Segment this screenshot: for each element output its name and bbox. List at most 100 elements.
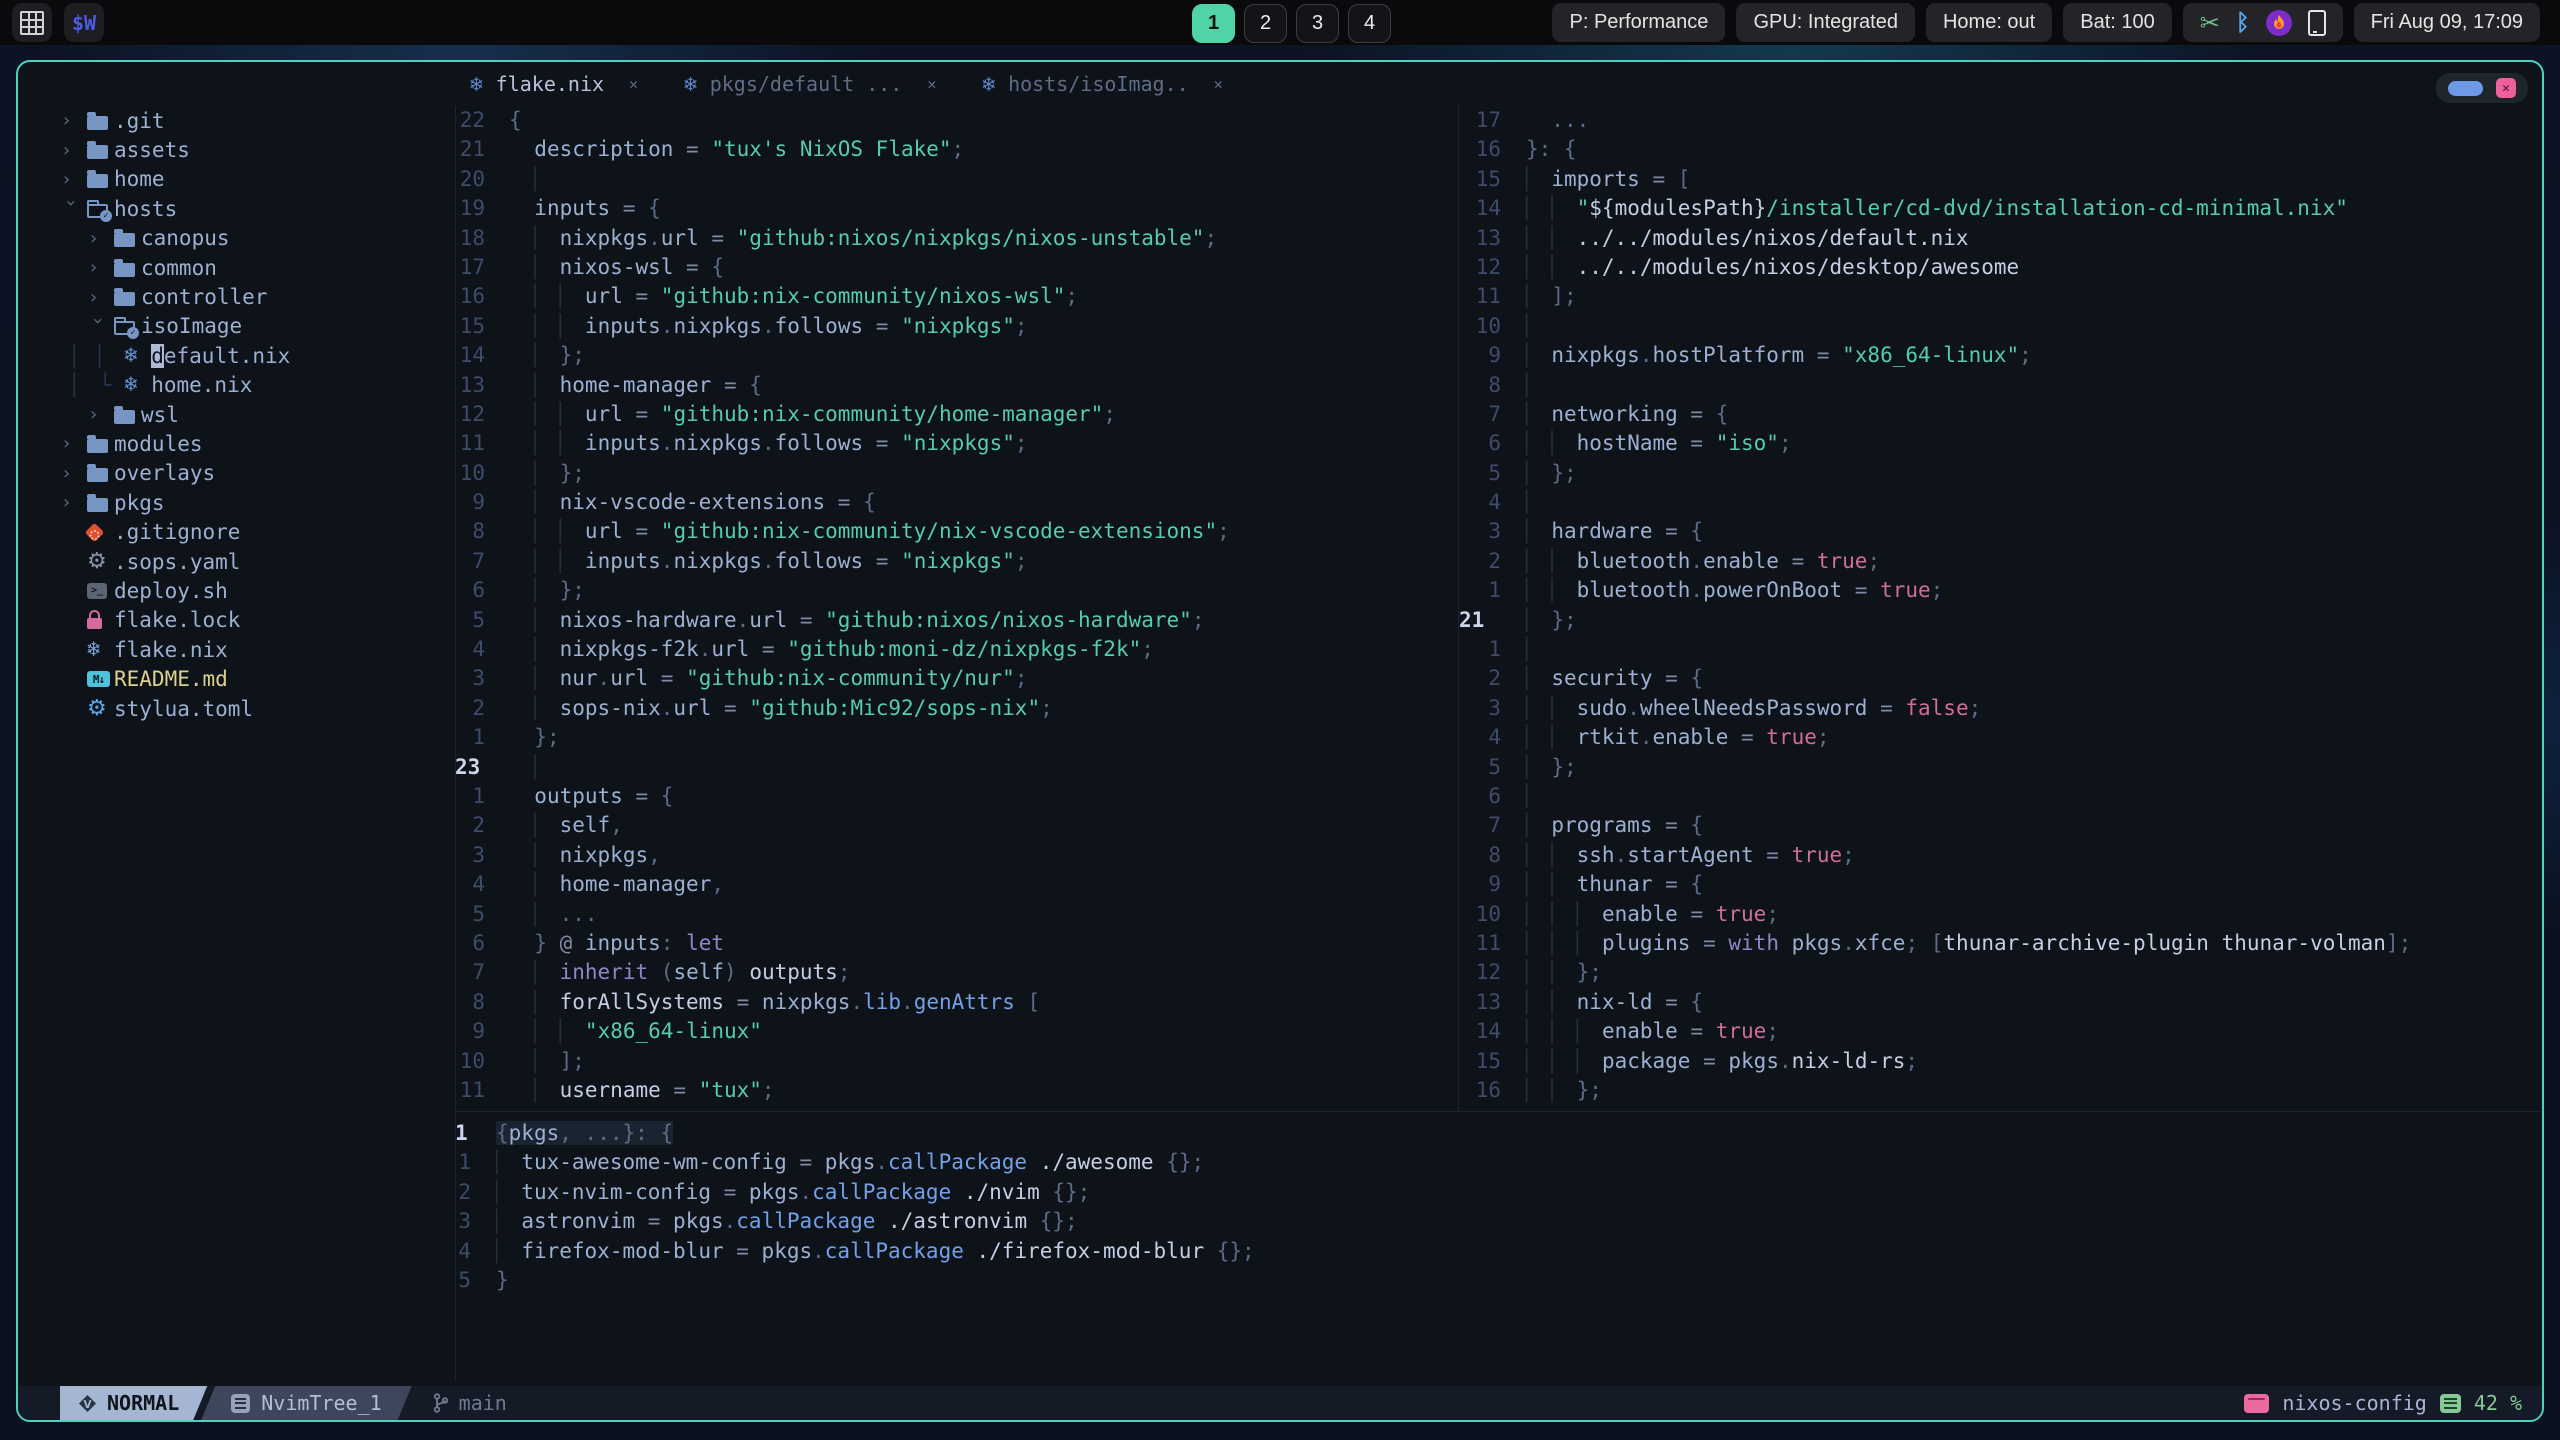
tab-close-icon[interactable]: ✕ [629,75,638,93]
tree-item-pkgs[interactable]: › pkgs [61,488,454,517]
code-line[interactable]: 21 description = "tux's NixOS Flake"; [455,135,1457,164]
code-line[interactable]: 6 ▏ }; [455,576,1457,605]
chevron-right-icon[interactable]: › [61,140,87,161]
code-line[interactable]: 1 {pkgs, ...}: { [455,1119,2542,1148]
code-line[interactable]: 10 ▏ ▏ ▏ enable = true; [1459,900,2542,929]
chevron-right-icon[interactable]: › [61,169,87,190]
tree-item-assets[interactable]: › assets [61,135,454,164]
tree-item-home.nix[interactable]: ▏ └ ❄ home.nix [61,371,454,400]
code-line[interactable]: 13 ▏ ▏ ../../modules/nixos/default.nix [1459,224,2542,253]
tree-item-wsl[interactable]: › wsl [61,400,454,429]
code-line[interactable]: 18 ▏ nixpkgs.url = "github:nixos/nixpkgs… [455,224,1457,253]
code-line[interactable]: 4 ▏ ▏ rtkit.enable = true; [1459,723,2542,752]
code-line[interactable]: 5 ▏ nixos-hardware.url = "github:nixos/n… [455,606,1457,635]
tree-item-common[interactable]: › common [61,253,454,282]
code-line[interactable]: 3 ▏ nixpkgs, [455,841,1457,870]
code-line[interactable]: 23 ▏ [455,753,1457,782]
chevron-right-icon[interactable]: › [88,287,114,308]
tab-pkgs-default-...[interactable]: ❄ pkgs/default ... ✕ [684,72,936,96]
tab-flake.nix[interactable]: ❄ flake.nix ✕ [470,72,638,96]
tree-item-README.md[interactable]: M↓ README.md [61,664,454,693]
split-divider-horizontal[interactable] [455,1111,2542,1112]
code-line[interactable]: 3 ▏ ▏ sudo.wheelNeedsPassword = false; [1459,694,2542,723]
code-line[interactable]: 10 ▏ ]; [455,1047,1457,1076]
tree-item-flake.nix[interactable]: ❄ flake.nix [61,635,454,664]
code-line[interactable]: 10 ▏ [1459,312,2542,341]
chevron-right-icon[interactable]: › [88,228,114,249]
code-line[interactable]: 8 ▏ [1459,371,2542,400]
code-line[interactable]: 2 ▏ self, [455,811,1457,840]
app-launcher-button[interactable] [12,3,52,42]
code-line[interactable]: 9 ▏ nixpkgs.hostPlatform = "x86_64-linux"… [1459,341,2542,370]
code-line[interactable]: 2 ▏ tux-nvim-config = pkgs.callPackage ./… [455,1178,2542,1207]
window-toggle-button[interactable] [2448,80,2483,96]
code-line[interactable]: 14 ▏ ▏ ▏ enable = true; [1459,1017,2542,1046]
code-line[interactable]: 20 ▏ [455,165,1457,194]
code-line[interactable]: 1 ▏ ▏ bluetooth.powerOnBoot = true; [1459,576,2542,605]
code-line[interactable]: 2 ▏ ▏ bluetooth.enable = true; [1459,547,2542,576]
code-line[interactable]: 1 }; [455,723,1457,752]
code-line[interactable]: 9 ▏ nix-vscode-extensions = { [455,488,1457,517]
code-line[interactable]: 6 } @ inputs: let [455,929,1457,958]
phone-icon[interactable] [2307,9,2326,36]
chevron-right-icon[interactable]: › [61,492,87,513]
tree-item-default.nix[interactable]: ▏ ▏ ❄ default.nix [61,341,454,370]
code-line[interactable]: 7 ▏ programs = { [1459,811,2542,840]
code-line[interactable]: 14 ▏ }; [455,341,1457,370]
tree-item-.git[interactable]: › .git [61,106,454,135]
chevron-right-icon[interactable]: › [88,257,114,278]
terminal-app-button[interactable]: $W [64,3,104,42]
code-line[interactable]: 3 ▏ astronvim = pkgs.callPackage ./astron… [455,1207,2542,1236]
code-line[interactable]: 11 ▏ username = "tux"; [455,1076,1457,1105]
code-line[interactable]: 4 ▏ firefox-mod-blur = pkgs.callPackage .… [455,1237,2542,1266]
code-line[interactable]: 11 ▏ ▏ ▏ plugins = with pkgs.xfce; [thuna… [1459,929,2542,958]
bluetooth-icon[interactable]: ᛒ [2236,10,2250,36]
code-line[interactable]: 15 ▏ imports = [ [1459,165,2542,194]
code-line[interactable]: 5} [455,1266,2542,1295]
code-line[interactable]: 4 ▏ [1459,488,2542,517]
code-line[interactable]: 14 ▏ ▏ "${modulesPath}/installer/cd-dvd/i… [1459,194,2542,223]
code-line[interactable]: 16}: { [1459,135,2542,164]
code-line[interactable]: 11 ▏ ]; [1459,282,2542,311]
tree-item-deploy.sh[interactable]: >_ deploy.sh [61,576,454,605]
code-line[interactable]: 16 ▏ ▏ }; [1459,1076,2542,1105]
chevron-right-icon[interactable]: › [61,463,87,484]
code-line[interactable]: 13 ▏ ▏ nix-ld = { [1459,988,2542,1017]
workspace-button-1[interactable]: 1 [1192,4,1235,43]
code-line[interactable]: 7 ▏ inherit (self) outputs; [455,958,1457,987]
code-line[interactable]: 10 ▏ }; [455,459,1457,488]
tree-item-isoImage[interactable]: › ✓ isoImage [61,312,454,341]
code-line[interactable]: 2 ▏ sops-nix.url = "github:Mic92/sops-ni… [455,694,1457,723]
code-line[interactable]: 17 ▏ nixos-wsl = { [455,253,1457,282]
chevron-down-icon[interactable]: › [88,315,109,341]
code-line[interactable]: 17 ... [1459,106,2542,135]
tree-item-canopus[interactable]: › canopus [61,224,454,253]
code-line[interactable]: 1 ▏ [1459,635,2542,664]
tab-close-icon[interactable]: ✕ [1214,75,1223,93]
tree-item-stylua.toml[interactable]: ⚙ stylua.toml [61,694,454,723]
code-line[interactable]: 3 ▏ hardware = { [1459,517,2542,546]
chevron-right-icon[interactable]: › [88,404,114,425]
tree-item-home[interactable]: › home [61,165,454,194]
chevron-right-icon[interactable]: › [61,433,87,454]
tab-close-icon[interactable]: ✕ [927,75,936,93]
code-line[interactable]: 15 ▏ ▏ inputs.nixpkgs.follows = "nixpkgs… [455,312,1457,341]
chevron-right-icon[interactable]: › [61,110,87,131]
code-line[interactable]: 11 ▏ ▏ inputs.nixpkgs.follows = "nixpkgs… [455,429,1457,458]
code-line[interactable]: 7 ▏ networking = { [1459,400,2542,429]
flame-icon[interactable] [2265,9,2292,36]
tree-item-modules[interactable]: › modules [61,429,454,458]
tree-item-.sops.yaml[interactable]: ⚙ .sops.yaml [61,547,454,576]
code-line[interactable]: 19 inputs = { [455,194,1457,223]
workspace-button-2[interactable]: 2 [1244,4,1287,43]
code-line[interactable]: 5 ▏ }; [1459,459,2542,488]
code-line[interactable]: 2 ▏ security = { [1459,664,2542,693]
code-line[interactable]: 1 outputs = { [455,782,1457,811]
code-line[interactable]: 22 { [455,106,1457,135]
tree-item-.gitignore[interactable]: .gitignore [61,517,454,546]
tree-item-overlays[interactable]: › overlays [61,459,454,488]
code-line[interactable]: 1 ▏ tux-awesome-wm-config = pkgs.callPack… [455,1148,2542,1177]
code-line[interactable]: 5 ▏ }; [1459,753,2542,782]
code-line[interactable]: 12 ▏ ▏ url = "github:nix-community/home-… [455,400,1457,429]
scissors-icon[interactable]: ✂ [2200,9,2220,37]
